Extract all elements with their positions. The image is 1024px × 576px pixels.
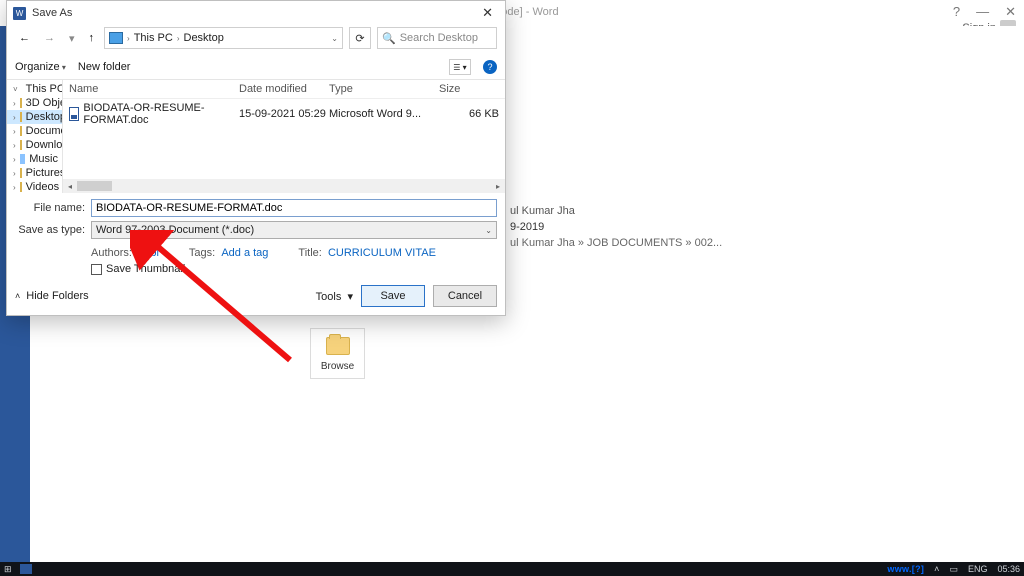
- dialog-titlebar: W Save As ✕: [7, 1, 505, 25]
- tree-twist-icon[interactable]: ˅: [13, 85, 18, 94]
- new-folder-button[interactable]: New folder: [78, 61, 131, 73]
- tree-item-downloads[interactable]: ›Downloads: [7, 138, 62, 152]
- col-size[interactable]: Size: [439, 83, 499, 95]
- pc-icon: [109, 32, 123, 44]
- nav-up-icon[interactable]: ↑: [85, 30, 99, 46]
- chevron-right-icon: ›: [177, 34, 180, 43]
- tray-clock[interactable]: 05:36: [997, 564, 1020, 574]
- save-as-type-label: Save as type:: [15, 224, 91, 236]
- file-list-pane: Name Date modified Type Size BIODATA-OR-…: [63, 80, 505, 193]
- crumb-root[interactable]: This PC: [134, 32, 173, 44]
- fld-icon: [20, 112, 22, 122]
- taskbar[interactable]: ⊞ www.[?] ˄ ▭ ENG 05:36: [0, 562, 1024, 576]
- nav-forward-icon: →: [40, 30, 59, 46]
- search-input[interactable]: 🔍 Search Desktop: [377, 27, 497, 49]
- save-as-dialog: W Save As ✕ ← → ▾ ↑ › This PC › Desktop …: [6, 0, 506, 316]
- doc-title-value[interactable]: CURRICULUM VITAE: [328, 247, 436, 259]
- tags-add[interactable]: Add a tag: [221, 247, 268, 259]
- nav-recent-icon[interactable]: ▾: [65, 30, 79, 47]
- save-thumbnail-label: Save Thumbnail: [106, 263, 185, 275]
- file-name-label: File name:: [15, 202, 91, 214]
- tree-twist-icon[interactable]: ›: [13, 113, 16, 122]
- organize-menu[interactable]: Organize: [15, 61, 66, 73]
- authors-value[interactable]: babi: [138, 247, 159, 259]
- col-type[interactable]: Type: [329, 83, 439, 95]
- tree-twist-icon[interactable]: ›: [13, 141, 16, 150]
- tree-item-documents[interactable]: ›Documents: [7, 124, 62, 138]
- word-close-icon[interactable]: ✕: [1005, 4, 1016, 20]
- taskbar-word-icon[interactable]: [20, 564, 32, 574]
- tree-twist-icon[interactable]: ›: [13, 99, 16, 108]
- help-icon[interactable]: ?: [483, 60, 497, 74]
- hide-folders-toggle[interactable]: ˄ Hide Folders: [15, 290, 89, 302]
- scroll-right-icon[interactable]: ▸: [491, 182, 505, 191]
- save-as-type-select[interactable]: Word 97-2003 Document (*.doc) ⌄: [91, 221, 497, 239]
- mus-icon: [20, 154, 25, 164]
- tree-item-desktop[interactable]: ›Desktop: [7, 110, 62, 124]
- tree-item-videos[interactable]: ›Videos: [7, 180, 62, 193]
- tree-item-pictures[interactable]: ›Pictures: [7, 166, 62, 180]
- word-app-icon: W: [13, 7, 26, 20]
- fld-icon: [20, 126, 22, 136]
- col-name[interactable]: Name: [69, 83, 239, 95]
- tree-twist-icon[interactable]: ›: [13, 155, 16, 164]
- fld-icon: [20, 98, 22, 108]
- file-name-input[interactable]: [91, 199, 497, 217]
- chevron-down-icon: ⌄: [485, 226, 492, 235]
- word-minimize-icon[interactable]: —: [976, 4, 989, 20]
- file-row[interactable]: BIODATA-OR-RESUME-FORMAT.doc15-09-2021 0…: [63, 99, 505, 129]
- ghost-metadata: ul Kumar Jha 9-2019 ul Kumar Jha » JOB D…: [510, 205, 722, 249]
- word-help-icon[interactable]: ?: [953, 4, 960, 20]
- dialog-title: Save As: [32, 7, 72, 19]
- fld-icon: [20, 168, 22, 178]
- fld-icon: [20, 140, 22, 150]
- browse-button[interactable]: Browse: [310, 328, 365, 379]
- view-options-icon[interactable]: ☰ ▾: [449, 59, 471, 75]
- scroll-thumb[interactable]: [77, 181, 112, 191]
- tree-twist-icon[interactable]: ›: [13, 169, 16, 178]
- horizontal-scrollbar[interactable]: ◂ ▸: [63, 179, 505, 193]
- dialog-navbar: ← → ▾ ↑ › This PC › Desktop ⌄ ⟳ 🔍 Search…: [7, 25, 505, 55]
- doc-icon: [69, 107, 79, 121]
- folder-tree[interactable]: ˅This PC›3D Objects›Desktop›Documents›Do…: [7, 80, 63, 193]
- dialog-toolbar: Organize New folder ☰ ▾ ?: [7, 55, 505, 80]
- save-button[interactable]: Save: [361, 285, 425, 307]
- scroll-track[interactable]: [77, 181, 491, 191]
- search-icon: 🔍: [382, 32, 396, 45]
- folder-icon: [326, 337, 350, 355]
- watermark: www.[?]: [887, 564, 924, 574]
- crumb-leaf[interactable]: Desktop: [184, 32, 224, 44]
- metadata-row: Authors: babi Tags: Add a tag Title: CUR…: [7, 243, 505, 261]
- fld-icon: [20, 182, 22, 192]
- chevron-down-icon[interactable]: ⌄: [331, 34, 338, 43]
- start-button-icon[interactable]: ⊞: [4, 564, 12, 575]
- tray-network-icon[interactable]: ▭: [949, 564, 958, 575]
- tree-item-music[interactable]: ›Music: [7, 152, 62, 166]
- close-icon[interactable]: ✕: [476, 3, 499, 23]
- chevron-right-icon: ›: [127, 34, 130, 43]
- breadcrumb[interactable]: › This PC › Desktop ⌄: [104, 27, 343, 49]
- chevron-up-icon: ˄: [15, 291, 20, 301]
- save-thumbnail-checkbox[interactable]: [91, 264, 102, 275]
- refresh-icon[interactable]: ⟳: [349, 27, 371, 49]
- col-date[interactable]: Date modified: [239, 83, 329, 95]
- tree-twist-icon[interactable]: ›: [13, 183, 16, 192]
- tree-item-3d-objects[interactable]: ›3D Objects: [7, 96, 62, 110]
- column-headers[interactable]: Name Date modified Type Size: [63, 80, 505, 99]
- tree-twist-icon[interactable]: ›: [13, 127, 16, 136]
- scroll-left-icon[interactable]: ◂: [63, 182, 77, 191]
- tray-chevron-icon[interactable]: ˄: [934, 564, 939, 574]
- tools-menu[interactable]: Tools ▾: [316, 290, 353, 303]
- cancel-button[interactable]: Cancel: [433, 285, 497, 307]
- tray-language[interactable]: ENG: [968, 564, 988, 574]
- nav-back-icon[interactable]: ←: [15, 30, 34, 46]
- search-placeholder: Search Desktop: [400, 32, 478, 44]
- tree-item-this-pc[interactable]: ˅This PC: [7, 82, 62, 96]
